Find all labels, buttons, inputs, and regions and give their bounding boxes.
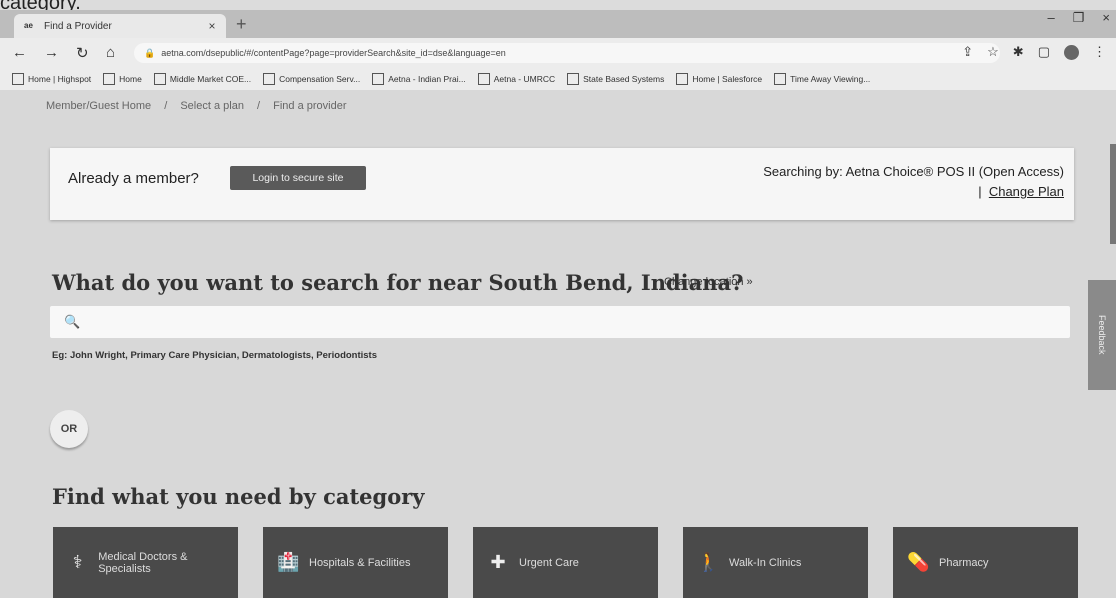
extensions-icon[interactable]: ✱ xyxy=(1013,44,1024,60)
bookmark-item[interactable]: Home xyxy=(103,73,142,85)
lock-icon: 🔒 xyxy=(144,47,156,58)
category-walk-in-clinics[interactable]: 🚶 Walk-In Clinics xyxy=(683,527,868,598)
category-label: Walk-In Clinics xyxy=(729,556,802,569)
change-plan-link[interactable]: Change Plan xyxy=(989,184,1064,199)
bookmark-label: Home | Highspot xyxy=(28,74,92,84)
bookmark-label: State Based Systems xyxy=(583,74,665,84)
category-label: Hospitals & Facilities xyxy=(309,556,411,569)
bookmark-icon xyxy=(567,73,580,85)
category-medical-doctors[interactable]: ⚕ Medical Doctors & Specialists xyxy=(53,527,238,598)
login-button[interactable]: Login to secure site xyxy=(230,166,366,190)
window-controls: – ❐ × xyxy=(1048,10,1110,26)
bookmarks-bar: Home | Highspot Home Middle Market COE..… xyxy=(0,68,1116,90)
member-question: Already a member? xyxy=(68,170,199,187)
scrollbar[interactable] xyxy=(1110,144,1116,244)
bookmark-label: Aetna - Indian Prai... xyxy=(388,74,466,84)
search-input[interactable] xyxy=(84,310,1058,336)
breadcrumb-separator: / xyxy=(257,100,261,112)
feedback-tab[interactable]: Feedback xyxy=(1088,280,1116,390)
walk-in-icon: 🚶 xyxy=(697,552,720,572)
doctor-icon: ⚕ xyxy=(72,552,83,572)
forward-icon[interactable]: → xyxy=(44,44,59,61)
maximize-icon[interactable]: ❐ xyxy=(1073,10,1085,26)
category-urgent-care[interactable]: ✚ Urgent Care xyxy=(473,527,658,598)
bookmark-item[interactable]: Aetna - UMRCC xyxy=(477,73,556,85)
bookmark-icon xyxy=(103,73,116,85)
bookmark-icon xyxy=(153,73,166,85)
change-location-link[interactable]: Change location » xyxy=(664,276,753,288)
urgent-care-icon: ✚ xyxy=(490,552,506,572)
search-headline: What do you want to search for near Sout… xyxy=(52,270,744,295)
bookmark-label: Home xyxy=(119,74,142,84)
menu-kebab-icon[interactable]: ⋮ xyxy=(1093,44,1106,60)
category-label: Urgent Care xyxy=(519,556,579,569)
category-label: Pharmacy xyxy=(939,556,989,569)
bookmark-star-icon[interactable]: ☆ xyxy=(987,44,999,60)
bookmark-label: Aetna - UMRCC xyxy=(493,74,556,84)
hospital-icon: 🏥 xyxy=(277,552,300,572)
url-text: aetna.com/dsepublic/#/contentPage?page=p… xyxy=(161,48,506,58)
bookmark-item[interactable]: Home | Salesforce xyxy=(676,73,762,85)
browser-tab[interactable]: ae Find a Provider × xyxy=(14,14,226,38)
member-login-panel: Already a member? Login to secure site S… xyxy=(50,148,1074,220)
page-content: Member/Guest Home / Select a plan / Find… xyxy=(0,90,1116,598)
profile-avatar[interactable] xyxy=(1064,44,1079,60)
pharmacy-icon: 💊 xyxy=(907,552,930,572)
reload-icon[interactable]: ↻ xyxy=(76,44,89,62)
plan-separator: | xyxy=(978,184,982,199)
bookmark-item[interactable]: State Based Systems xyxy=(567,73,664,85)
category-hospitals[interactable]: 🏥 Hospitals & Facilities xyxy=(263,527,448,598)
searching-by-text: Searching by: Aetna Choice® POS II (Open… xyxy=(763,164,1064,179)
category-label: Medical Doctors & Specialists xyxy=(98,550,188,575)
or-divider: OR xyxy=(50,410,88,448)
breadcrumb-current: Find a provider xyxy=(273,100,347,112)
category-heading: Find what you need by category xyxy=(52,484,425,509)
bookmark-icon xyxy=(774,73,787,85)
category-pharmacy[interactable]: 💊 Pharmacy xyxy=(893,527,1078,598)
bookmark-icon xyxy=(477,73,490,85)
bookmark-label: Time Away Viewing... xyxy=(790,74,871,84)
bookmark-item[interactable]: Time Away Viewing... xyxy=(774,73,870,85)
bookmark-label: Home | Salesforce xyxy=(692,74,763,84)
search-icon: 🔍 xyxy=(64,314,81,329)
provider-search-field[interactable]: 🔍 xyxy=(50,306,1070,338)
back-icon[interactable]: ← xyxy=(12,44,27,61)
breadcrumb-separator: / xyxy=(164,100,168,112)
tab-title: Find a Provider xyxy=(44,20,112,32)
bookmark-icon xyxy=(263,73,276,85)
aetna-favicon-icon: ae xyxy=(24,21,33,30)
browser-toolbar: ← → ↻ ⌂ 🔒 aetna.com/dsepublic/#/contentP… xyxy=(0,38,1116,68)
breadcrumb: Member/Guest Home / Select a plan / Find… xyxy=(46,100,357,112)
minimize-icon[interactable]: – xyxy=(1048,10,1055,26)
home-icon[interactable]: ⌂ xyxy=(106,44,115,61)
bookmark-icon xyxy=(12,73,24,85)
bookmark-icon xyxy=(372,73,385,85)
new-tab-icon[interactable]: + xyxy=(236,14,247,35)
breadcrumb-home-link[interactable]: Member/Guest Home xyxy=(46,100,151,112)
plan-info: Searching by: Aetna Choice® POS II (Open… xyxy=(763,162,1064,202)
bookmark-label: Compensation Serv... xyxy=(279,74,361,84)
tab-close-icon[interactable]: × xyxy=(204,19,220,33)
bookmark-item[interactable]: Home | Highspot xyxy=(12,73,91,85)
breadcrumb-select-plan-link[interactable]: Select a plan xyxy=(180,100,244,112)
share-icon[interactable]: ⇪ xyxy=(962,44,973,60)
bookmark-icon xyxy=(676,73,689,85)
sidebar-icon[interactable]: ▢ xyxy=(1038,44,1050,60)
bookmark-label: Middle Market COE... xyxy=(169,74,252,84)
bookmark-item[interactable]: Aetna - Indian Prai... xyxy=(372,73,466,85)
search-example-hint: Eg: John Wright, Primary Care Physician,… xyxy=(52,350,378,361)
close-window-icon[interactable]: × xyxy=(1102,10,1110,26)
bookmark-item[interactable]: Compensation Serv... xyxy=(263,73,360,85)
address-bar[interactable]: 🔒 aetna.com/dsepublic/#/contentPage?page… xyxy=(134,43,1000,63)
bookmark-item[interactable]: Middle Market COE... xyxy=(153,73,252,85)
